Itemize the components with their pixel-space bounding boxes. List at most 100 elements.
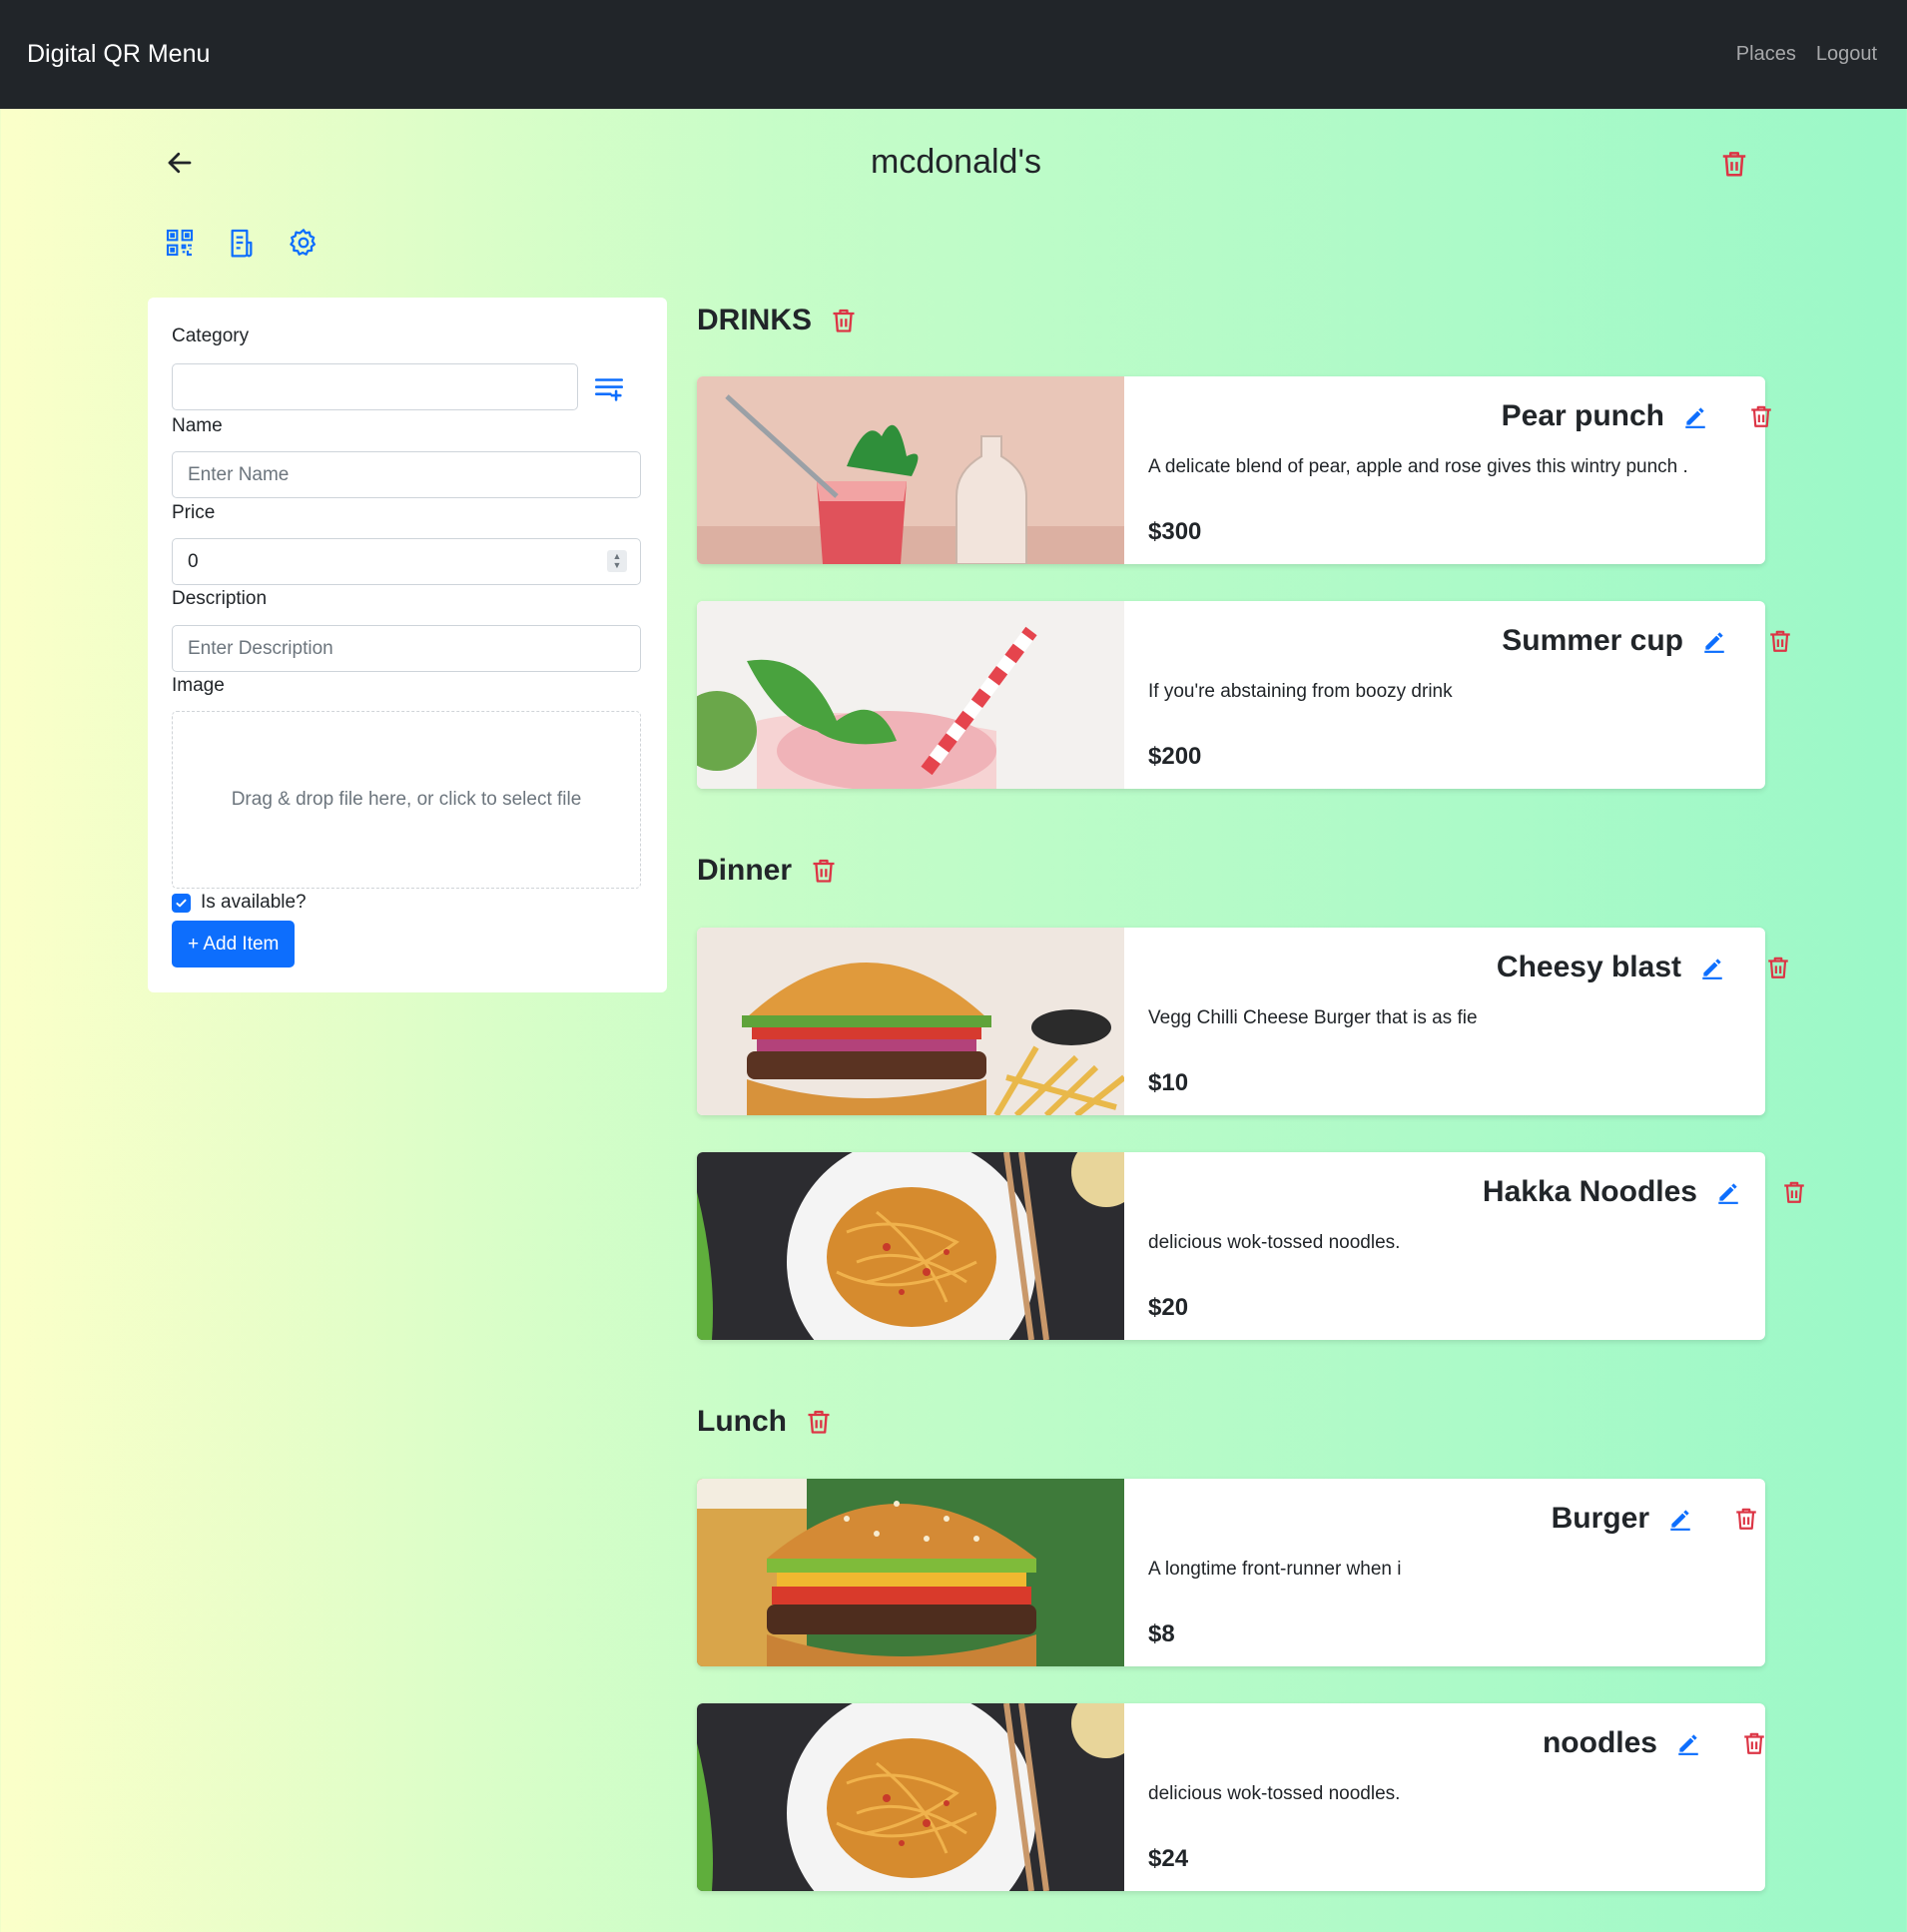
delete-item-trash-icon[interactable]: [1741, 1730, 1767, 1756]
edit-pencil-icon[interactable]: [1699, 955, 1725, 980]
category-heading: DRINKS: [697, 304, 858, 337]
available-label[interactable]: Is available?: [201, 892, 307, 914]
item-description: delicious wok-tossed noodles.: [1148, 1783, 1401, 1804]
item-price: $10: [1148, 1069, 1189, 1096]
add-item-button[interactable]: + Add Item: [172, 921, 296, 967]
item-description: If you're abstaining from boozy drink: [1148, 681, 1453, 702]
noodles-plate-image: [697, 1703, 1124, 1891]
page-title: mcdonald's: [871, 143, 1041, 181]
item-image: [697, 1703, 1124, 1891]
dropzone-text: Drag & drop file here, or click to selec…: [231, 789, 582, 810]
item-image: [697, 1479, 1124, 1666]
place-tools: [164, 227, 319, 259]
item-price: $300: [1148, 518, 1202, 545]
item-name: Hakka Noodles: [1482, 1175, 1697, 1208]
noodles-plate-image: [697, 1152, 1124, 1340]
edit-pencil-icon[interactable]: [1675, 1730, 1701, 1756]
item-actions: Cheesy blast: [1497, 951, 1791, 984]
price-input[interactable]: [172, 538, 641, 585]
category-heading: Lunch: [697, 1405, 833, 1439]
delete-place-trash-icon[interactable]: [1719, 149, 1749, 179]
delete-item-trash-icon[interactable]: [1733, 1506, 1759, 1532]
nav-link-places[interactable]: Places: [1736, 43, 1796, 66]
item-description: A longtime front-runner when i: [1148, 1559, 1402, 1580]
category-label: Category: [172, 325, 250, 346]
menu-item-card: Summer cup If you're abstaining from boo…: [697, 601, 1790, 789]
image-dropzone[interactable]: Drag & drop file here, or click to selec…: [172, 711, 641, 889]
delete-item-trash-icon[interactable]: [1765, 955, 1791, 980]
price-label: Price: [172, 502, 216, 523]
description-label: Description: [172, 588, 268, 609]
item-price: $200: [1148, 743, 1202, 770]
item-price: $24: [1148, 1845, 1189, 1872]
iced-drink-image: [697, 601, 1124, 789]
item-actions: Hakka Noodles: [1483, 1175, 1807, 1209]
price-stepper[interactable]: ▲ ▼: [607, 550, 627, 572]
gear-icon[interactable]: [288, 227, 319, 259]
nav-link-logout[interactable]: Logout: [1816, 43, 1877, 66]
category-title: Dinner: [697, 854, 793, 887]
menu-item-card: Hakka Noodles delicious wok-tossed noodl…: [697, 1152, 1804, 1340]
delete-category-trash-icon[interactable]: [830, 307, 858, 334]
name-label: Name: [172, 415, 223, 436]
navbar: Digital QR Menu Places Logout: [0, 0, 1907, 109]
brand-title[interactable]: Digital QR Menu: [27, 40, 210, 69]
item-name: Pear punch: [1501, 399, 1664, 432]
edit-pencil-icon[interactable]: [1682, 403, 1708, 429]
item-actions: Pear punch: [1502, 399, 1774, 433]
edit-pencil-icon[interactable]: [1701, 628, 1727, 654]
item-actions: noodles: [1543, 1726, 1767, 1760]
item-body: Summer cup If you're abstaining from boo…: [1124, 601, 1790, 789]
item-body: Burger A longtime front-runner when i $8: [1124, 1479, 1765, 1666]
category-input[interactable]: [172, 363, 578, 410]
item-description: delicious wok-tossed noodles.: [1148, 1232, 1401, 1253]
item-body: Pear punch A delicate blend of pear, app…: [1124, 376, 1771, 564]
item-body: Cheesy blast Vegg Chilli Cheese Burger t…: [1124, 928, 1788, 1115]
add-item-form: Category Name Price ▲▼ Description Image…: [148, 298, 667, 992]
sesame-burger-image: [697, 1479, 1124, 1666]
delete-item-trash-icon[interactable]: [1781, 1179, 1807, 1205]
delete-category-trash-icon[interactable]: [805, 1408, 833, 1436]
category-heading: Dinner: [697, 854, 838, 888]
item-name: Cheesy blast: [1496, 951, 1681, 983]
nav-links: Places Logout: [1736, 43, 1877, 66]
menu-receipt-icon[interactable]: [226, 227, 258, 259]
item-actions: Burger: [1552, 1502, 1759, 1536]
item-image: [697, 601, 1124, 789]
delete-category-trash-icon[interactable]: [810, 857, 838, 885]
image-label: Image: [172, 675, 225, 696]
item-name: noodles: [1542, 1726, 1657, 1759]
available-row: Is available?: [172, 892, 307, 914]
menu-item-card: noodles delicious wok-tossed noodles. $2…: [697, 1703, 1765, 1891]
burger-fries-image: [697, 928, 1124, 1115]
item-image: [697, 376, 1124, 564]
edit-pencil-icon[interactable]: [1715, 1179, 1741, 1205]
menu-item-card: Burger A longtime front-runner when i $8: [697, 1479, 1765, 1666]
delete-item-trash-icon[interactable]: [1767, 628, 1793, 654]
item-price: $8: [1148, 1620, 1175, 1647]
item-description: Vegg Chilli Cheese Burger that is as fie: [1148, 1007, 1478, 1028]
pink-drink-image: [697, 376, 1124, 564]
category-title: Lunch: [697, 1405, 787, 1438]
menu-item-card: Pear punch A delicate blend of pear, app…: [697, 376, 1771, 564]
item-description: A delicate blend of pear, apple and rose…: [1148, 456, 1688, 477]
item-body: Hakka Noodles delicious wok-tossed noodl…: [1124, 1152, 1804, 1340]
item-image: [697, 1152, 1124, 1340]
edit-pencil-icon[interactable]: [1667, 1506, 1693, 1532]
name-input[interactable]: [172, 451, 641, 498]
item-image: [697, 928, 1124, 1115]
item-body: noodles delicious wok-tossed noodles. $2…: [1124, 1703, 1765, 1891]
price-field: ▲▼: [172, 538, 641, 585]
item-actions: Summer cup: [1502, 624, 1793, 658]
item-name: Summer cup: [1502, 624, 1683, 657]
description-input[interactable]: [172, 625, 641, 672]
add-category-icon[interactable]: [592, 371, 626, 405]
menu-item-card: Cheesy blast Vegg Chilli Cheese Burger t…: [697, 928, 1788, 1115]
category-title: DRINKS: [697, 304, 813, 336]
available-checkbox[interactable]: [172, 893, 191, 913]
qr-code-icon[interactable]: [164, 227, 196, 259]
item-price: $20: [1148, 1294, 1189, 1321]
checkmark-icon: [176, 899, 187, 907]
delete-item-trash-icon[interactable]: [1748, 403, 1774, 429]
item-name: Burger: [1551, 1502, 1649, 1535]
